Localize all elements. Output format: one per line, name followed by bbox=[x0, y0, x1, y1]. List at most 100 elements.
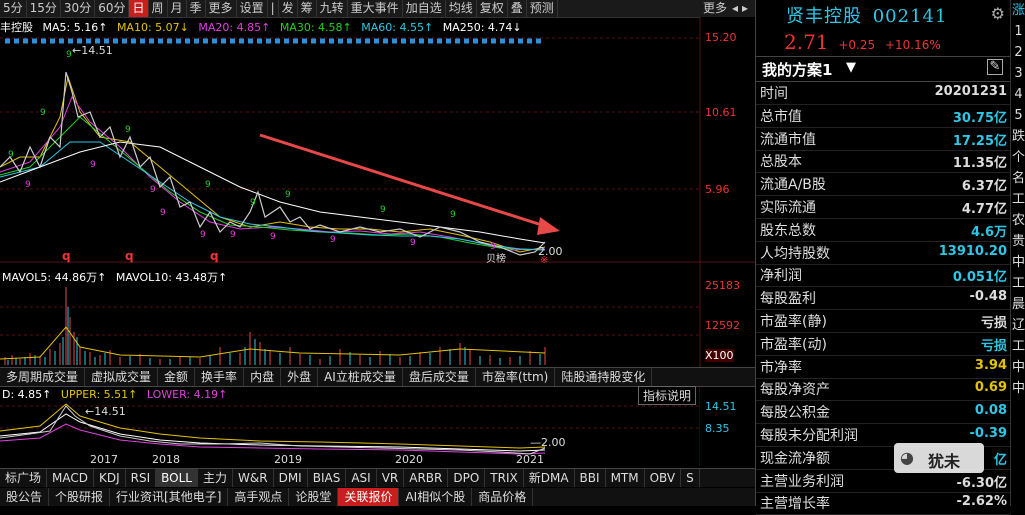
period-tab-0[interactable]: 5分 bbox=[0, 0, 27, 17]
edge-list-item[interactable]: 跌 bbox=[1011, 126, 1025, 147]
indicator-tab-11[interactable]: ARBR bbox=[404, 469, 449, 487]
info-tab-2[interactable]: 行业资讯[其他电子] bbox=[110, 488, 229, 506]
edge-list-item[interactable]: 工 bbox=[1011, 189, 1025, 210]
period-tab-12[interactable]: 筹 bbox=[298, 0, 317, 17]
edge-list-item[interactable]: 涨 bbox=[1011, 0, 1025, 21]
more-chart-button[interactable]: 更多 bbox=[700, 0, 730, 17]
period-tab-5[interactable]: 周 bbox=[149, 0, 168, 17]
fundamental-value: 13910.20 bbox=[938, 243, 1007, 259]
indicator-tab-13[interactable]: TRIX bbox=[485, 469, 524, 487]
volume-indicator-tab-0[interactable]: 多周期成交量 bbox=[0, 368, 86, 386]
period-tab-16[interactable]: 均线 bbox=[446, 0, 477, 17]
indicator-tab-5[interactable]: 主力 bbox=[198, 469, 234, 487]
svg-text:9: 9 bbox=[205, 180, 211, 190]
svg-text:9: 9 bbox=[25, 180, 31, 190]
period-tab-4[interactable]: 日 bbox=[129, 0, 149, 17]
info-tab-1[interactable]: 个股研报 bbox=[49, 488, 111, 506]
period-tab-1[interactable]: 15分 bbox=[27, 0, 61, 17]
fundamental-key: 主营业务利润 bbox=[760, 473, 844, 490]
volume-axis-label: 12592 bbox=[705, 319, 740, 332]
info-tab-3[interactable]: 高手观点 bbox=[228, 488, 290, 506]
info-tab-5[interactable]: 关联报价 bbox=[338, 488, 400, 506]
edge-list-item[interactable]: 晨 bbox=[1011, 294, 1025, 315]
period-tab-3[interactable]: 60分 bbox=[95, 0, 130, 17]
indicator-tab-4[interactable]: BOLL bbox=[156, 469, 198, 487]
period-tab-19[interactable]: 预测 bbox=[527, 0, 558, 17]
scroll-left-icon[interactable]: ◂ bbox=[730, 0, 740, 17]
fundamental-key: 总市值 bbox=[760, 108, 802, 125]
indicator-tab-15[interactable]: BBI bbox=[575, 469, 606, 487]
period-tab-8[interactable]: 更多 bbox=[206, 0, 237, 17]
info-tab-0[interactable]: 股公告 bbox=[0, 488, 50, 506]
stock-code: 002141 bbox=[872, 6, 948, 27]
period-tab-17[interactable]: 复权 bbox=[477, 0, 508, 17]
info-tab-7[interactable]: 商品价格 bbox=[472, 488, 534, 506]
indicator-tab-1[interactable]: MACD bbox=[47, 469, 94, 487]
edge-list-item[interactable]: 工 bbox=[1011, 336, 1025, 357]
edge-list-item[interactable]: 2 bbox=[1011, 42, 1025, 63]
indicator-tab-18[interactable]: S bbox=[681, 469, 700, 487]
scroll-right-icon[interactable]: ▸ bbox=[740, 0, 750, 17]
fundamental-key: 净利润 bbox=[760, 268, 802, 285]
chevron-down-icon[interactable]: ▼ bbox=[846, 60, 856, 75]
edge-list-item[interactable]: 农 bbox=[1011, 210, 1025, 231]
period-tab-13[interactable]: 九转 bbox=[317, 0, 348, 17]
period-tab-11[interactable]: 发 bbox=[279, 0, 298, 17]
volume-indicator-tab-6[interactable]: AI立桩成交量 bbox=[318, 368, 403, 386]
volume-indicator-tab-2[interactable]: 金额 bbox=[158, 368, 196, 386]
indicator-tab-0[interactable]: 标广场 bbox=[0, 469, 48, 487]
indicator-tab-9[interactable]: ASI bbox=[346, 469, 377, 487]
period-tab-14[interactable]: 重大事件 bbox=[348, 0, 403, 17]
volume-indicator-tab-9[interactable]: 陆股通持股变化 bbox=[555, 368, 653, 386]
period-tab-6[interactable]: 月 bbox=[168, 0, 187, 17]
fundamental-row: 股东总数 4.6万 bbox=[756, 218, 1011, 242]
edge-list-item[interactable]: 中 bbox=[1011, 252, 1025, 273]
price-axis-label: 5.96 bbox=[705, 183, 730, 196]
scheme-selector[interactable]: 我的方案1 ▼ ✎ bbox=[756, 56, 1011, 82]
edge-list-item[interactable]: 工 bbox=[1011, 273, 1025, 294]
edge-list-item[interactable]: 名 bbox=[1011, 168, 1025, 189]
info-tab-4[interactable]: 论股堂 bbox=[289, 488, 339, 506]
edge-list-item[interactable]: 辽 bbox=[1011, 315, 1025, 336]
indicator-tab-17[interactable]: OBV bbox=[645, 469, 682, 487]
indicator-tab-6[interactable]: W&R bbox=[233, 469, 274, 487]
edge-list-item[interactable]: 4 bbox=[1011, 84, 1025, 105]
year-label: 2020 bbox=[395, 453, 423, 466]
edge-list-item[interactable]: 个 bbox=[1011, 147, 1025, 168]
indicator-tab-2[interactable]: KDJ bbox=[94, 469, 126, 487]
edge-list-item[interactable]: 1 bbox=[1011, 21, 1025, 42]
volume-indicator-tab-4[interactable]: 内盘 bbox=[244, 368, 282, 386]
period-tab-2[interactable]: 30分 bbox=[61, 0, 96, 17]
volume-indicator-tab-8[interactable]: 市盈率(ttm) bbox=[476, 368, 556, 386]
edit-icon[interactable]: ✎ bbox=[987, 59, 1003, 75]
indicator-tab-7[interactable]: DMI bbox=[274, 469, 308, 487]
period-tab-18[interactable]: 叠 bbox=[508, 0, 527, 17]
kline-chart[interactable]: 丰控股 MA5: 5.16↑ MA10: 5.07↓ MA20: 4.85↑ M… bbox=[0, 17, 755, 367]
indicator-tab-12[interactable]: DPO bbox=[448, 469, 486, 487]
period-tab-10[interactable]: | bbox=[268, 0, 279, 17]
info-tab-6[interactable]: AI相似个股 bbox=[399, 488, 473, 506]
edge-list-item[interactable]: 贵 bbox=[1011, 231, 1025, 252]
indicator-tab-3[interactable]: RSI bbox=[126, 469, 157, 487]
gear-icon[interactable]: ⚙ bbox=[991, 4, 1005, 23]
volume-indicator-tab-7[interactable]: 盘后成交量 bbox=[403, 368, 476, 386]
edge-list-item[interactable]: 中 bbox=[1011, 378, 1025, 399]
period-tab-15[interactable]: 加自选 bbox=[403, 0, 446, 17]
edge-list-item[interactable]: 5 bbox=[1011, 105, 1025, 126]
period-tab-7[interactable]: 季 bbox=[187, 0, 206, 17]
volume-indicator-tab-5[interactable]: 外盘 bbox=[281, 368, 319, 386]
volume-indicator-tab-3[interactable]: 换手率 bbox=[195, 368, 245, 386]
indicator-tab-8[interactable]: BIAS bbox=[308, 469, 347, 487]
indicator-tab-10[interactable]: VR bbox=[377, 469, 405, 487]
special-mark: ※ bbox=[540, 255, 549, 266]
indicator-tab-16[interactable]: MTM bbox=[606, 469, 645, 487]
boll-pane[interactable]: D: 4.85↑ UPPER: 5.51↑ LOWER: 4.19↑ 指标说明 … bbox=[0, 386, 755, 466]
fundamental-key: 流通A/B股 bbox=[760, 177, 826, 194]
fundamental-value: 亿 bbox=[993, 452, 1007, 468]
edge-list-item[interactable]: 中 bbox=[1011, 357, 1025, 378]
indicator-tab-14[interactable]: 新DMA bbox=[524, 469, 575, 487]
edge-list-item[interactable]: 3 bbox=[1011, 63, 1025, 84]
volume-indicator-tab-1[interactable]: 虚拟成交量 bbox=[85, 368, 159, 386]
stock-title: 贤丰控股 002141 bbox=[786, 2, 947, 28]
period-tab-9[interactable]: 设置 bbox=[237, 0, 268, 17]
